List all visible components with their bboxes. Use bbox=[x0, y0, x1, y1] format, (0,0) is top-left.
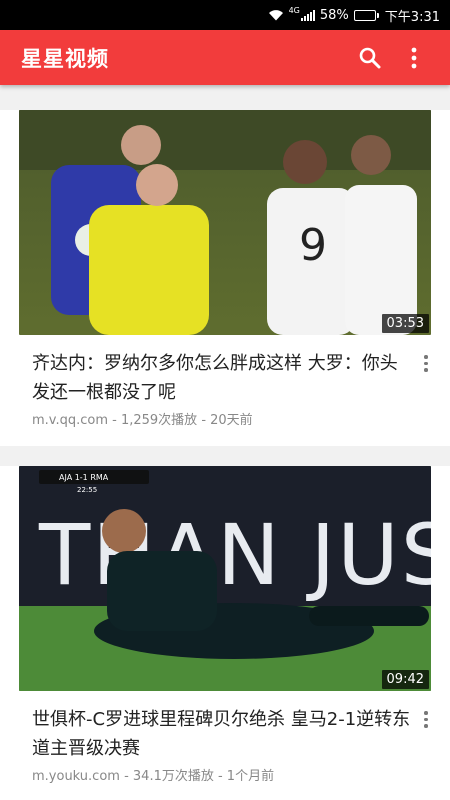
jersey-number: 9 bbox=[299, 220, 327, 271]
video-meta: m.youku.com - 34.1万次播放 - 1个月前 bbox=[32, 769, 275, 784]
more-vert-icon bbox=[424, 355, 428, 430]
thumbnail-image: 9 bbox=[19, 110, 431, 335]
app-bar: 星星视频 bbox=[0, 30, 450, 85]
video-title[interactable]: 世俱杯-C罗进球里程碑贝尔绝杀 皇马2-1逆转东道主晋级决赛 bbox=[32, 705, 412, 763]
video-thumbnail[interactable]: THAN JUST AJA 1-1 RMA 22:55 09:42 bbox=[19, 466, 431, 691]
stadium-banner-text: THAN JUST bbox=[38, 506, 431, 604]
video-duration: 03:53 bbox=[381, 314, 429, 333]
thumbnail-image: THAN JUST AJA 1-1 RMA 22:55 bbox=[19, 466, 431, 691]
more-vert-icon bbox=[411, 47, 417, 68]
network-type-label: 4G bbox=[288, 5, 300, 15]
video-duration: 09:42 bbox=[381, 670, 429, 689]
clock: 下午3:31 bbox=[384, 9, 440, 25]
video-title[interactable]: 齐达内：罗纳尔多你怎么胖成这样 大罗：你头发还一根都没了呢 bbox=[32, 349, 412, 407]
video-card[interactable]: THAN JUST AJA 1-1 RMA 22:55 09:42 世俱杯-C罗… bbox=[0, 466, 450, 800]
more-vert-icon bbox=[424, 711, 428, 786]
search-button[interactable] bbox=[350, 38, 390, 78]
wifi-icon bbox=[268, 9, 284, 21]
video-menu-button[interactable] bbox=[412, 705, 440, 786]
status-bar: 4G 58% 下午3:31 bbox=[0, 0, 450, 30]
cellular-signal-icon: 4G bbox=[289, 6, 315, 21]
video-card[interactable]: 9 03:53 齐达内：罗纳尔多你怎么胖成这样 大罗：你头发还一根都没了呢 m.… bbox=[0, 110, 450, 446]
scoreboard-text: AJA 1-1 RMA bbox=[59, 473, 109, 482]
scoreboard-clock: 22:55 bbox=[77, 486, 97, 494]
video-meta: m.v.qq.com - 1,259次播放 - 20天前 bbox=[32, 413, 253, 428]
app-title: 星星视频 bbox=[21, 46, 109, 71]
battery-percent: 58% bbox=[319, 7, 349, 23]
video-feed: 9 03:53 齐达内：罗纳尔多你怎么胖成这样 大罗：你头发还一根都没了呢 m.… bbox=[0, 85, 450, 800]
video-menu-button[interactable] bbox=[412, 349, 440, 430]
overflow-menu-button[interactable] bbox=[394, 38, 434, 78]
battery-icon bbox=[353, 9, 379, 21]
search-icon bbox=[359, 47, 381, 68]
video-thumbnail[interactable]: 9 03:53 bbox=[19, 110, 431, 335]
